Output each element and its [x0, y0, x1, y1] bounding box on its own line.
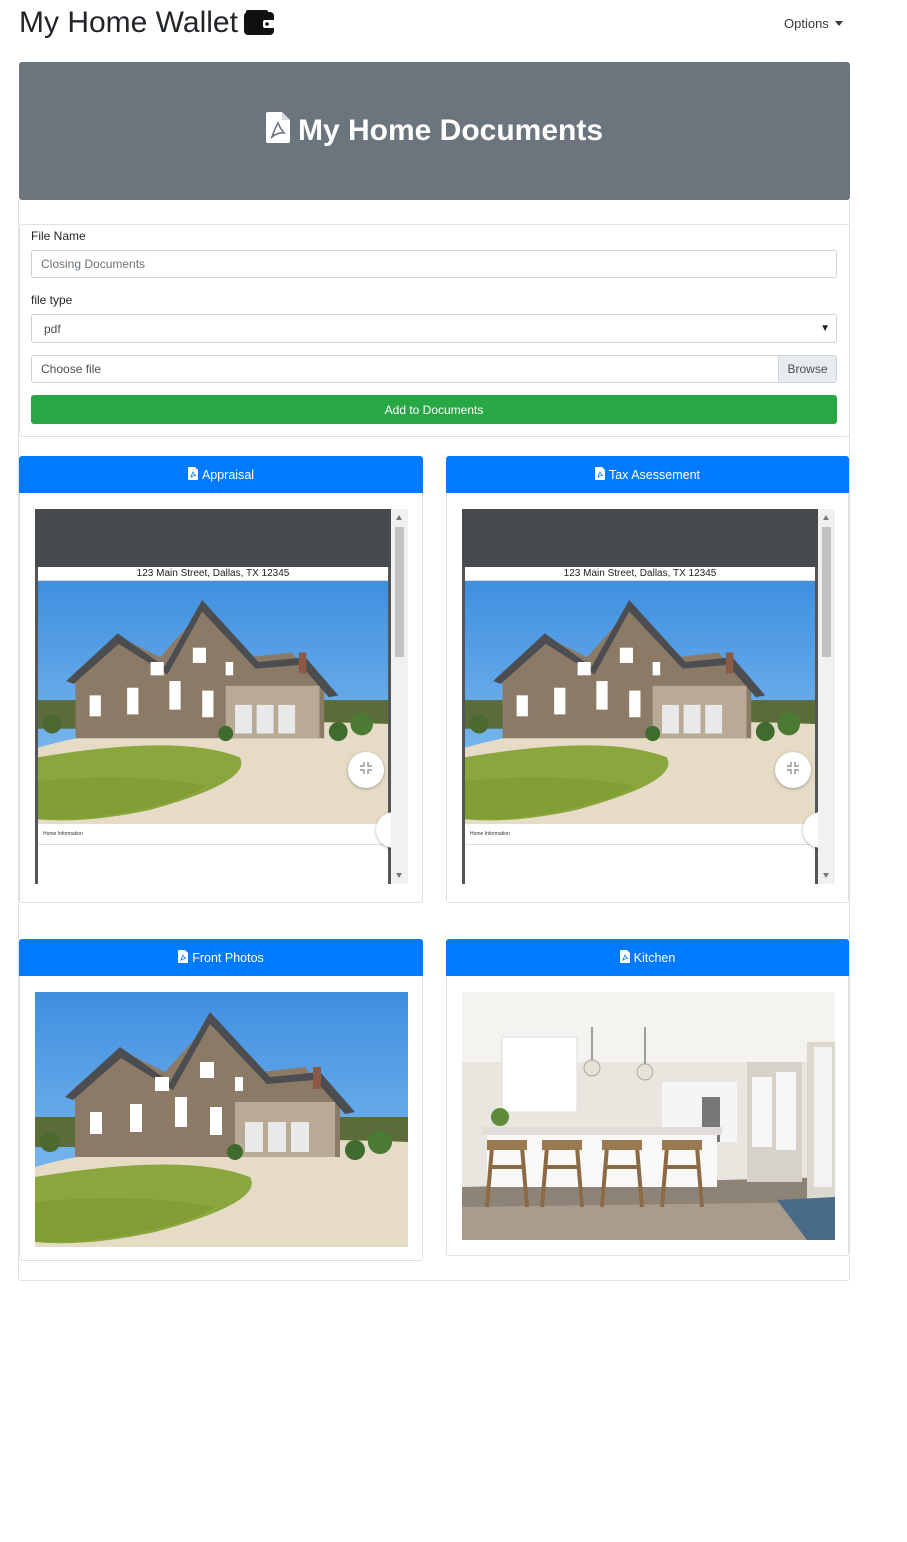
pdf-address: 123 Main Street, Dallas, TX 12345 [38, 567, 388, 581]
file-pdf-icon [265, 111, 290, 151]
house-photo [35, 992, 408, 1247]
add-to-documents-button[interactable]: Add to Documents [31, 395, 837, 424]
select-arrow-icon: ▼ [820, 323, 830, 334]
file-name-label: File Name [31, 229, 86, 243]
pdf-toolbar [35, 509, 391, 567]
app-title: My Home Wallet [19, 4, 275, 45]
file-type-select[interactable]: pdf ▼ [31, 314, 837, 343]
document-card-front-photos: Front Photos [19, 939, 423, 1261]
hero-title: My Home Documents [265, 111, 604, 151]
kitchen-photo [462, 992, 835, 1240]
fit-page-button[interactable] [775, 752, 811, 788]
pdf-section-label: Home Information [470, 831, 510, 837]
document-card-appraisal: Appraisal 123 Main Street, Dallas, TX 12… [19, 456, 423, 903]
options-dropdown[interactable]: Options [784, 16, 843, 31]
pdf-section-label: Home Information [43, 831, 83, 837]
fit-page-button[interactable] [348, 752, 384, 788]
document-card-tax-assessment: Tax Asessement 123 Main Street, Dallas, … [446, 456, 849, 903]
card-header[interactable]: Front Photos [19, 939, 423, 976]
pdf-viewer[interactable]: 123 Main Street, Dallas, TX 12345 Home I… [35, 509, 408, 884]
card-header[interactable]: Appraisal [19, 456, 423, 493]
divider [465, 844, 815, 845]
wallet-icon [243, 7, 275, 45]
choose-file-label: Choose file [41, 362, 102, 376]
file-pdf-icon [178, 949, 189, 966]
pdf-page: 123 Main Street, Dallas, TX 12345 Home I… [465, 567, 835, 884]
app-title-text: My Home Wallet [19, 6, 238, 39]
house-photo [465, 581, 815, 824]
scroll-thumb[interactable] [822, 527, 831, 657]
scroll-down-icon[interactable] [396, 873, 402, 878]
choose-file-input[interactable]: Choose file Browse [31, 355, 837, 383]
scrollbar[interactable] [818, 509, 835, 884]
card-title: Tax Asessement [608, 467, 700, 482]
divider [38, 844, 388, 845]
fit-icon [359, 761, 373, 780]
file-name-placeholder: Closing Documents [41, 257, 146, 271]
scroll-up-icon[interactable] [396, 515, 402, 520]
card-title: Front Photos [192, 950, 264, 965]
pdf-toolbar [462, 509, 818, 567]
image-preview[interactable] [35, 992, 408, 1247]
house-photo [38, 581, 388, 824]
file-pdf-icon [594, 466, 605, 483]
options-label: Options [784, 16, 829, 31]
file-pdf-icon [187, 466, 198, 483]
file-name-input[interactable]: Closing Documents [31, 250, 837, 278]
card-header[interactable]: Tax Asessement [446, 456, 849, 493]
fit-icon [786, 761, 800, 780]
image-preview[interactable] [462, 992, 835, 1240]
pdf-viewer[interactable]: 123 Main Street, Dallas, TX 12345 Home I… [462, 509, 835, 884]
file-type-label: file type [31, 293, 73, 307]
file-pdf-icon [619, 949, 630, 966]
card-header[interactable]: Kitchen [446, 939, 849, 976]
pdf-address: 123 Main Street, Dallas, TX 12345 [465, 567, 815, 581]
scrollbar[interactable] [391, 509, 408, 884]
scroll-thumb[interactable] [395, 527, 404, 657]
card-title: Kitchen [633, 950, 676, 965]
scroll-down-icon[interactable] [823, 873, 829, 878]
browse-button[interactable]: Browse [778, 356, 836, 382]
pdf-page: 123 Main Street, Dallas, TX 12345 Home I… [38, 567, 408, 884]
document-card-kitchen: Kitchen [446, 939, 849, 1256]
scroll-up-icon[interactable] [823, 515, 829, 520]
file-type-value: pdf [44, 321, 61, 336]
hero-banner: My Home Documents [19, 62, 850, 200]
hero-title-text: My Home Documents [297, 114, 604, 147]
caret-down-icon [834, 21, 843, 26]
card-title: Appraisal [201, 467, 255, 482]
